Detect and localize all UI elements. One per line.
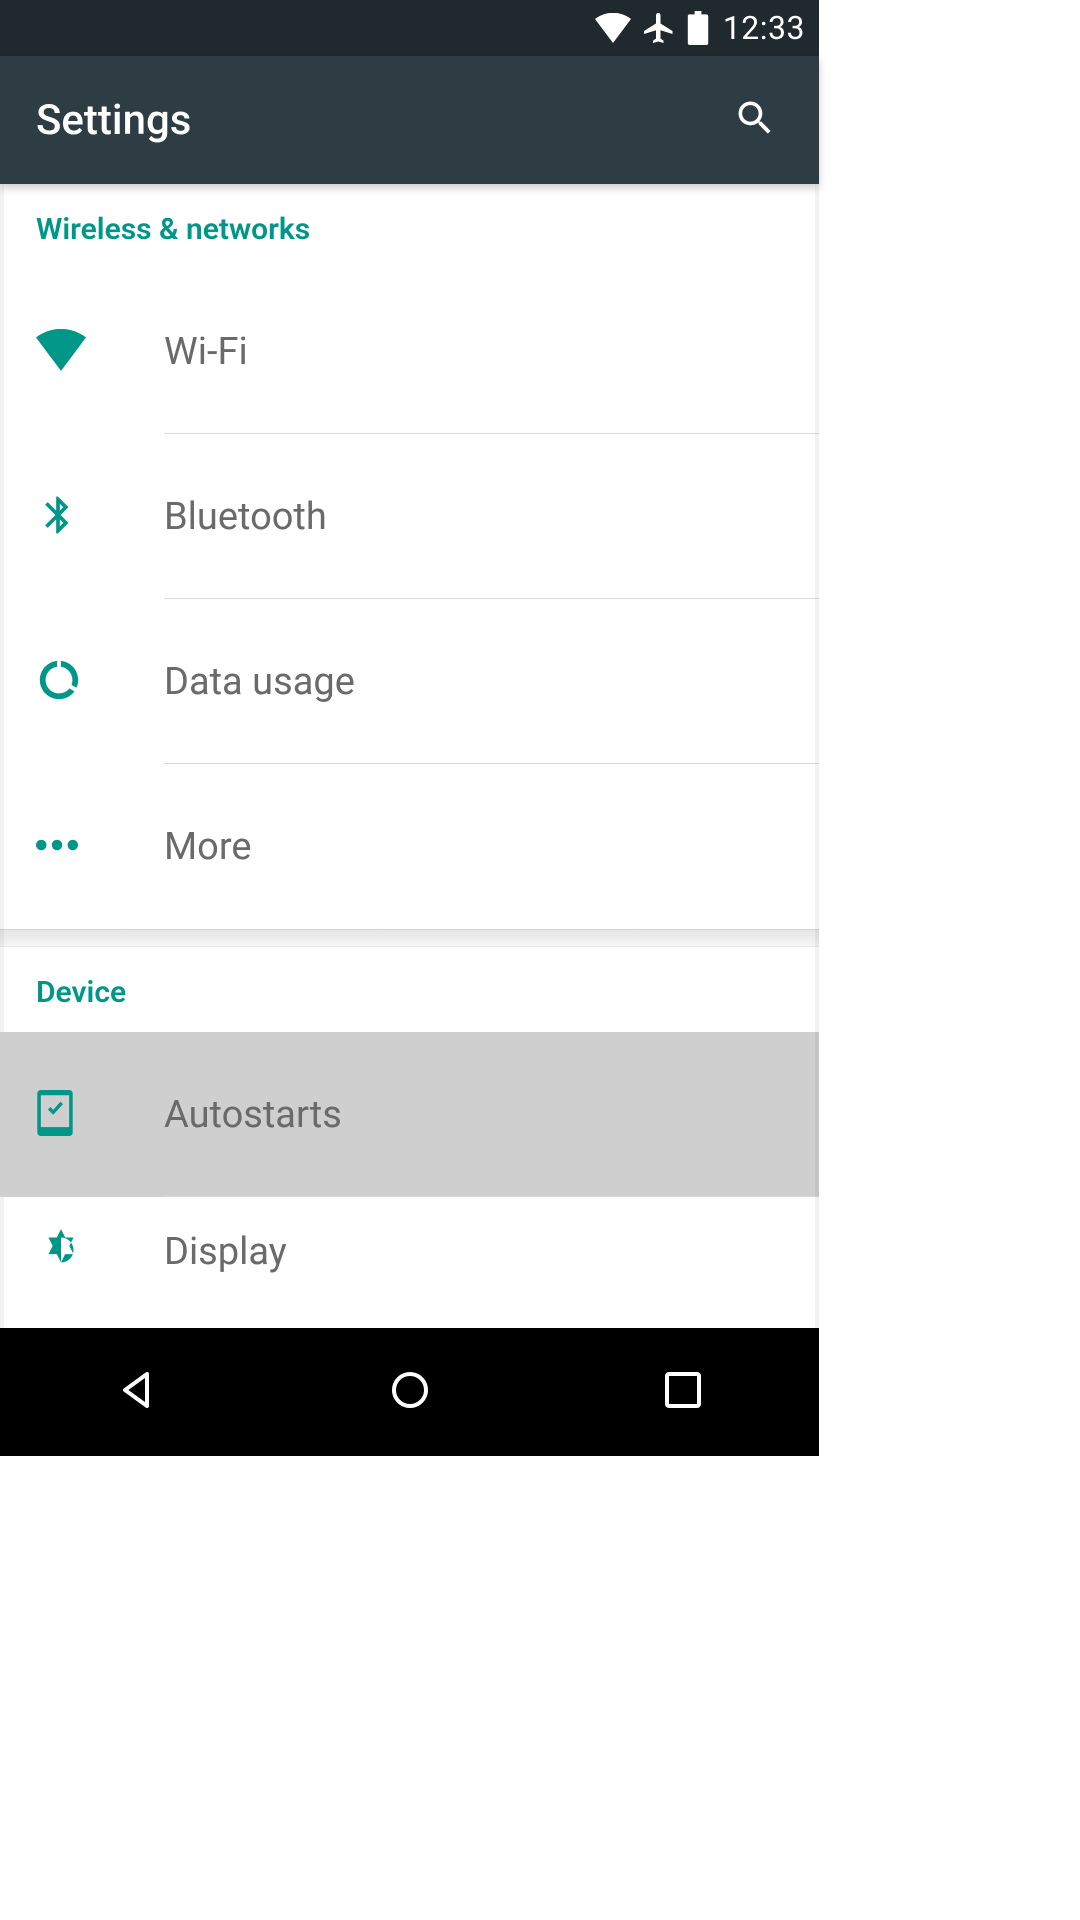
bluetooth-icon [36,490,80,544]
settings-item-label: More [164,825,252,869]
settings-item-label: Bluetooth [164,495,327,539]
airplane-icon [641,10,677,46]
search-icon [733,96,777,144]
back-icon [113,1366,161,1418]
settings-item-label: Wi-Fi [164,330,248,374]
status-bar: 12:33 [0,0,819,56]
settings-item-wifi[interactable]: Wi-Fi [0,269,819,434]
app-bar: Settings [0,56,819,184]
settings-item-bluetooth[interactable]: Bluetooth [0,434,819,599]
wifi-icon [595,13,631,43]
section-divider [0,929,819,947]
settings-item-label: Display [164,1230,287,1274]
data-usage-icon [36,657,82,707]
search-button[interactable] [727,92,783,148]
page-title: Settings [36,96,191,145]
settings-item-display[interactable]: Display [0,1197,819,1307]
battery-icon [687,11,709,45]
autostarts-icon [36,1090,74,1140]
settings-item-label: Autostarts [164,1093,342,1137]
more-icon [36,837,78,856]
section-header-wireless: Wireless & networks [0,184,819,269]
status-time: 12:33 [723,9,805,47]
settings-item-data-usage[interactable]: Data usage [0,599,819,764]
home-icon [386,1366,434,1418]
settings-item-autostarts[interactable]: Autostarts [0,1032,819,1197]
navigation-bar [0,1328,819,1456]
settings-list[interactable]: Wireless & networks Wi-Fi Bluetooth Data… [0,184,819,1328]
section-header-device: Device [0,947,819,1032]
settings-item-label: Data usage [164,660,355,704]
home-button[interactable] [330,1352,490,1432]
display-icon [36,1225,86,1279]
settings-item-more[interactable]: More [0,764,819,929]
wifi-icon [36,329,86,375]
recents-button[interactable] [603,1352,763,1432]
settings-screen: 12:33 Settings Wireless & networks Wi-Fi… [0,0,819,1456]
back-button[interactable] [57,1352,217,1432]
recents-icon [661,1368,705,1416]
